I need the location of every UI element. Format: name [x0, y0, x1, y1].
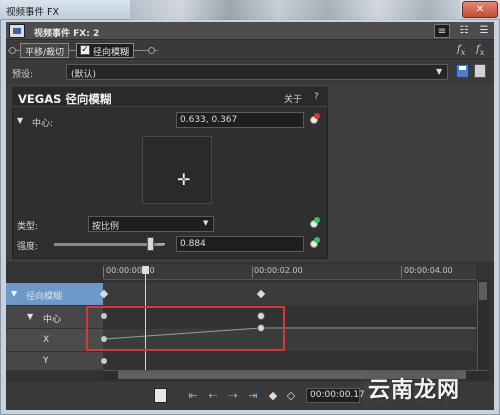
x-curve: [103, 327, 476, 340]
playhead-handle[interactable]: [142, 266, 149, 274]
prev-keyframe-icon[interactable]: ⇠: [206, 389, 220, 403]
next-keyframe-icon[interactable]: ⇢: [226, 389, 240, 403]
last-keyframe-icon[interactable]: ⇥: [246, 389, 260, 403]
delete-keyframe-icon[interactable]: ◇: [284, 389, 298, 403]
highlight-box: [86, 306, 285, 351]
time-field[interactable]: 00:00:00.17: [306, 388, 365, 403]
sync-cursor-icon[interactable]: [154, 388, 167, 403]
add-keyframe-icon[interactable]: ◆: [266, 389, 280, 403]
watermark-text: 云南龙网: [368, 378, 461, 403]
keyframe-y-start[interactable]: [101, 358, 107, 364]
first-keyframe-icon[interactable]: ⇤: [186, 389, 200, 403]
vertical-scroll-thumb[interactable]: [479, 282, 487, 300]
